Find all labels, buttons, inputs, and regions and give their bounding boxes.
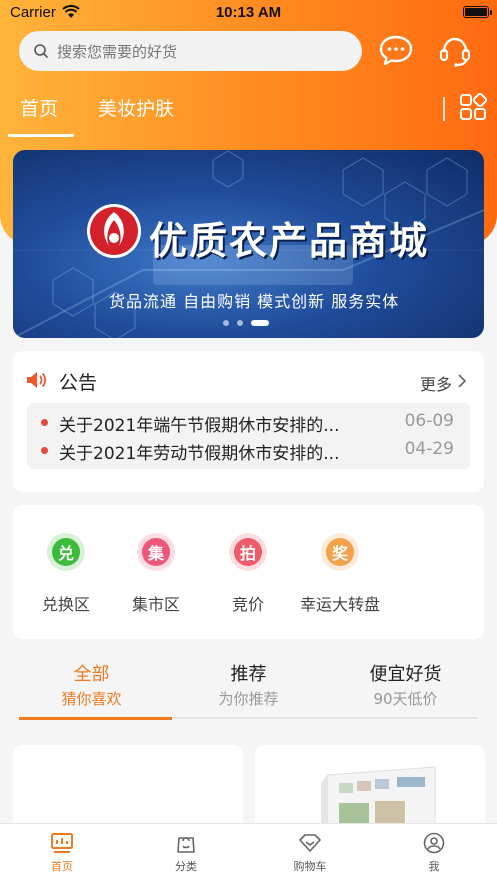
entry-label: 幸运大转盘 (299, 595, 380, 614)
message-icon[interactable] (378, 34, 414, 68)
customer-service-icon[interactable] (437, 34, 473, 68)
tabbar-category[interactable]: 分类 (124, 832, 248, 874)
segment-title: 全部 (73, 664, 110, 685)
market-icon: 集 (137, 533, 175, 571)
promo-banner[interactable]: 优质农产品商城 货品流通 自由购销 模式创新 服务实体 (13, 150, 484, 338)
segment-indicator (19, 717, 172, 720)
quick-entry-card: 兑 兑换区 集 集市区 拍 竞价 奖 幸运大转盘 (13, 505, 484, 639)
prize-icon: 奖 (321, 533, 359, 571)
entry-auction[interactable]: 拍 竞价 (203, 533, 293, 615)
notice-item-date: 06-09 (404, 411, 454, 431)
tab-underline (8, 134, 74, 137)
diamond-icon (299, 834, 321, 852)
bottom-tab-bar: 首页 分类 购物车 我 (0, 823, 497, 883)
tab-beauty[interactable]: 美妆护肤 (98, 94, 174, 121)
banner-pager (223, 320, 269, 326)
tabbar-home[interactable]: 首页 (0, 832, 124, 874)
tabbar-cart[interactable]: 购物车 (248, 832, 372, 874)
segment-recommend[interactable]: 推荐 为你推荐 (170, 660, 327, 709)
notice-title: 公告 (59, 372, 98, 394)
banner-title: 优质农产品商城 (149, 219, 430, 263)
notice-card: 公告 更多 关于2021年端午节假期休市安排的... 06-09 关于2021年… (13, 351, 484, 492)
tabbar-label: 首页 (51, 860, 73, 873)
notice-item[interactable]: 关于2021年劳动节假期休市安排的... 04-29 (27, 437, 470, 464)
search-placeholder: 搜索您需要的好货 (57, 42, 178, 61)
notice-list: 关于2021年端午节假期休市安排的... 06-09 关于2021年劳动节假期休… (27, 403, 470, 469)
entry-label: 竞价 (231, 595, 264, 614)
tab-divider (443, 97, 445, 121)
notice-item[interactable]: 关于2021年端午节假期休市安排的... 06-09 (27, 409, 470, 436)
tabbar-label: 购物车 (293, 860, 327, 873)
tab-home[interactable]: 首页 (20, 94, 58, 121)
tabbar-label: 分类 (175, 860, 197, 873)
tabbar-label: 我 (428, 860, 440, 873)
search-icon (34, 44, 48, 58)
segment-title: 便宜好货 (369, 664, 442, 685)
auction-icon: 拍 (229, 533, 267, 571)
entry-market[interactable]: 集 集市区 (111, 533, 201, 615)
category-tabs: 首页 美妆护肤 (0, 90, 497, 137)
pager-dot[interactable] (223, 320, 229, 326)
status-bar: Carrier 10:13 AM (0, 0, 497, 26)
announcement-speaker-icon (27, 372, 47, 388)
segment-all[interactable]: 全部 猜你喜欢 (13, 660, 170, 709)
clock: 10:13 AM (215, 4, 282, 21)
brand-logo-icon (87, 204, 141, 258)
bullet-dot (41, 447, 48, 454)
segment-title: 推荐 (230, 664, 267, 685)
segment-subtitle: 猜你喜欢 (61, 690, 122, 708)
notice-more-link[interactable]: 更多 (420, 371, 452, 395)
banner-subtitle: 货品流通 自由购销 模式创新 服务实体 (109, 292, 400, 311)
home-monitor-icon (51, 833, 73, 853)
bag-icon (177, 837, 195, 853)
search-bar[interactable]: 搜索您需要的好货 (19, 31, 362, 71)
bullet-dot (41, 419, 48, 426)
pager-dot-active[interactable] (251, 320, 269, 326)
all-categories-icon[interactable] (459, 93, 487, 121)
feed-segment-tabs: 全部 猜你喜欢 推荐 为你推荐 便宜好货 90天低价 (13, 654, 484, 722)
pager-dot[interactable] (237, 320, 243, 326)
segment-subtitle: 90天低价 (373, 690, 438, 708)
notice-item-date: 04-29 (404, 439, 454, 459)
notice-item-text: 关于2021年端午节假期休市安排的... (59, 416, 340, 436)
entry-label: 兑换区 (41, 595, 90, 614)
person-icon (423, 832, 445, 854)
entry-label: 集市区 (131, 595, 180, 614)
exchange-icon: 兑 (47, 533, 85, 571)
entry-lucky-wheel[interactable]: 奖 幸运大转盘 (295, 533, 385, 615)
entry-exchange[interactable]: 兑 兑换区 (21, 533, 111, 615)
segment-subtitle: 为你推荐 (218, 690, 279, 708)
notice-item-text: 关于2021年劳动节假期休市安排的... (59, 444, 340, 464)
battery-icon (463, 6, 492, 18)
chevron-right-icon[interactable] (457, 373, 467, 389)
tabbar-me[interactable]: 我 (372, 832, 496, 874)
segment-bargain[interactable]: 便宜好货 90天低价 (327, 660, 484, 709)
